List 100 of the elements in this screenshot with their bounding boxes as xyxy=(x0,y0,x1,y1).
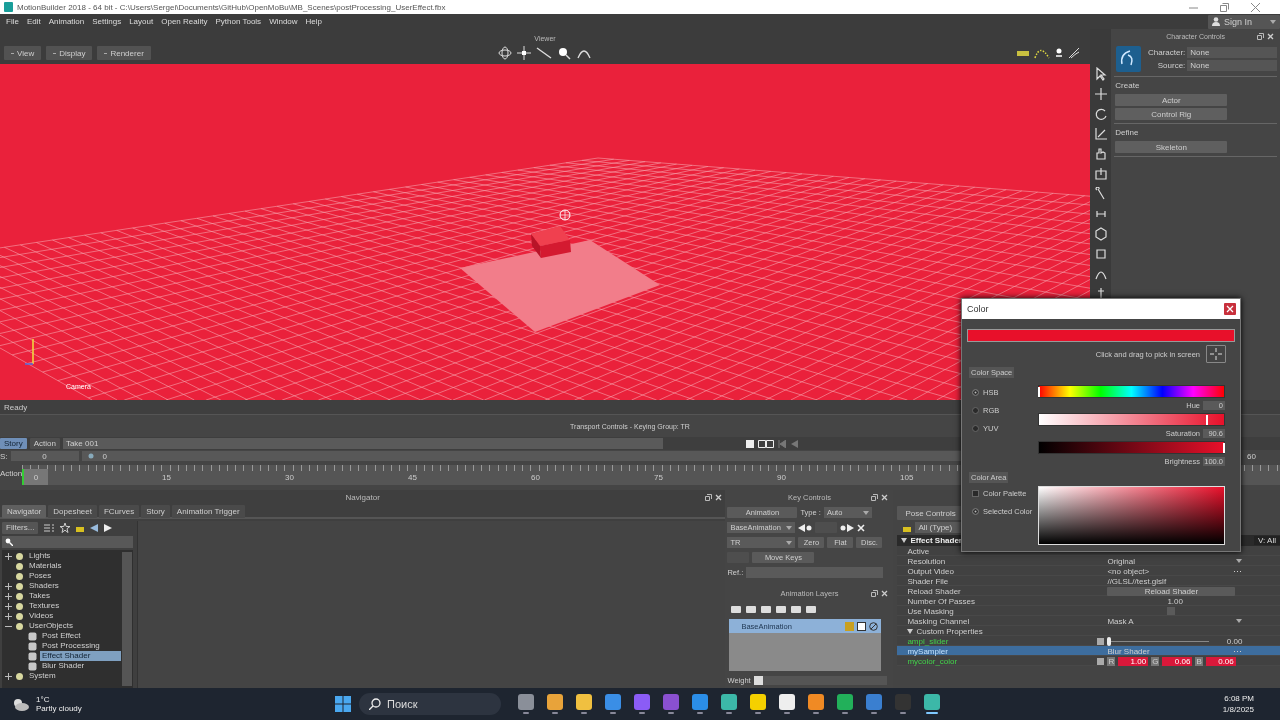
restore-icon[interactable] xyxy=(1220,2,1229,12)
cube-icon[interactable] xyxy=(1093,227,1108,241)
cursor-icon[interactable] xyxy=(1093,67,1108,81)
menu-item[interactable]: Help xyxy=(301,14,327,29)
close-icon[interactable] xyxy=(715,494,723,501)
app-icon[interactable] xyxy=(836,694,853,710)
solo-icon[interactable] xyxy=(857,621,867,631)
app-icon[interactable] xyxy=(720,694,737,710)
mode-tab[interactable]: Story xyxy=(0,438,27,449)
action-button[interactable]: Skeleton xyxy=(1115,141,1228,153)
tree-item[interactable]: Post Effect xyxy=(40,631,83,641)
forward-icon[interactable] xyxy=(104,523,113,532)
expand-icon[interactable] xyxy=(5,592,12,600)
curve-icon[interactable] xyxy=(1034,47,1050,59)
tree-item[interactable]: Shaders xyxy=(27,581,61,591)
expand-icon[interactable] xyxy=(5,602,12,610)
close-icon[interactable] xyxy=(1251,2,1260,12)
scale-icon[interactable] xyxy=(1093,127,1108,141)
panel-tab[interactable]: Animation Trigger xyxy=(171,505,245,518)
menu-item[interactable]: Python Tools xyxy=(211,14,266,29)
tree-item[interactable]: System xyxy=(27,671,58,681)
expand-icon[interactable] xyxy=(5,552,12,560)
sign-in-button[interactable]: Sign In xyxy=(1208,14,1280,29)
reload-shader-button[interactable]: Reload Shader xyxy=(1107,586,1236,596)
collapse-arrow-icon[interactable] xyxy=(907,628,914,634)
tree-item[interactable]: Poses xyxy=(27,571,54,581)
previous-key-icon[interactable] xyxy=(798,523,813,532)
pick-button[interactable] xyxy=(1206,345,1226,363)
action-button[interactable]: Actor xyxy=(1115,94,1228,106)
float-icon[interactable] xyxy=(705,494,713,501)
tree-item[interactable]: Takes xyxy=(27,591,52,601)
radio-button[interactable] xyxy=(972,407,979,414)
radio-button[interactable] xyxy=(972,508,979,515)
float-icon[interactable] xyxy=(1257,33,1264,40)
start-field[interactable]: 0 xyxy=(10,451,79,461)
color-area[interactable] xyxy=(1038,486,1225,545)
character-icon[interactable] xyxy=(1116,46,1142,72)
app-icon[interactable] xyxy=(807,694,824,710)
ruler-icon[interactable] xyxy=(1017,49,1029,57)
menu-item[interactable]: Window xyxy=(265,14,302,29)
delete-icon[interactable] xyxy=(857,523,866,532)
radio-button[interactable] xyxy=(972,389,979,396)
brush-icon[interactable] xyxy=(1068,47,1080,59)
app-icon[interactable] xyxy=(575,694,592,710)
panel-tab[interactable]: Dopesheet xyxy=(48,505,97,518)
collapse-arrow-icon[interactable] xyxy=(901,538,908,543)
tree-item[interactable]: Materials xyxy=(27,561,64,571)
panel-tab[interactable]: Pose Controls xyxy=(897,506,964,520)
tree-item[interactable]: Textures xyxy=(27,601,62,611)
cloud-icon[interactable] xyxy=(12,697,30,711)
expand-icon[interactable] xyxy=(5,672,12,680)
expand-icon[interactable] xyxy=(5,612,12,620)
expand-icon[interactable] xyxy=(5,582,12,590)
app-icon[interactable] xyxy=(749,694,766,710)
frame-marker[interactable]: 0 xyxy=(22,469,48,485)
slider-marker[interactable] xyxy=(1205,415,1208,425)
dot-icon[interactable] xyxy=(1055,48,1063,58)
app-icon[interactable] xyxy=(923,694,940,710)
close-icon[interactable] xyxy=(1267,33,1274,40)
tree-item[interactable]: UserObjects xyxy=(27,621,75,631)
tree-item[interactable]: Blur Shader xyxy=(40,661,87,671)
slider-marker[interactable] xyxy=(1038,387,1040,397)
star-icon[interactable] xyxy=(60,522,71,533)
panel-tab[interactable]: FCurves xyxy=(98,505,140,518)
app-icon[interactable] xyxy=(546,694,563,710)
stop-icon[interactable] xyxy=(745,439,754,448)
mode-tab[interactable]: Action xyxy=(29,438,60,449)
filters-button[interactable]: Filters... xyxy=(2,521,39,534)
radio-button[interactable] xyxy=(972,425,979,432)
orbit-icon[interactable] xyxy=(498,46,512,60)
tree-item[interactable]: Effect Shader xyxy=(40,651,121,661)
menu-item[interactable]: Animation xyxy=(44,14,89,29)
rotate-icon[interactable] xyxy=(576,47,592,59)
checkbox[interactable] xyxy=(972,490,979,497)
loop-icon[interactable] xyxy=(757,439,774,448)
panel-tab[interactable]: Story xyxy=(141,505,170,518)
view-menu-button[interactable]: View xyxy=(4,46,42,60)
back-icon[interactable] xyxy=(90,523,99,532)
close-button[interactable] xyxy=(1224,303,1236,315)
slider-thumb[interactable] xyxy=(1107,636,1112,646)
skip-start-icon[interactable] xyxy=(777,439,786,448)
take-dropdown[interactable]: Take 001 xyxy=(62,438,663,449)
weight-slider-thumb[interactable] xyxy=(753,676,763,685)
previous-icon[interactable] xyxy=(789,439,798,448)
close-icon[interactable] xyxy=(881,590,889,597)
panel-tab[interactable]: Navigator xyxy=(2,505,47,518)
export-icon[interactable] xyxy=(1093,167,1108,181)
view-menu-button[interactable]: Display xyxy=(46,46,93,60)
app-icon[interactable] xyxy=(778,694,795,710)
tree-item[interactable]: Videos xyxy=(27,611,56,621)
list-icon[interactable] xyxy=(44,523,55,532)
view-menu-button[interactable]: Renderer xyxy=(97,46,151,60)
move-icon[interactable] xyxy=(517,46,531,60)
menu-item[interactable]: Edit xyxy=(22,14,45,29)
mute-icon[interactable] xyxy=(869,621,879,631)
rotate-icon[interactable] xyxy=(1093,107,1108,121)
hand-icon[interactable] xyxy=(1093,147,1108,161)
next-key-icon[interactable] xyxy=(840,523,855,532)
menu-item[interactable]: File xyxy=(2,14,23,29)
search-field[interactable] xyxy=(2,536,133,548)
